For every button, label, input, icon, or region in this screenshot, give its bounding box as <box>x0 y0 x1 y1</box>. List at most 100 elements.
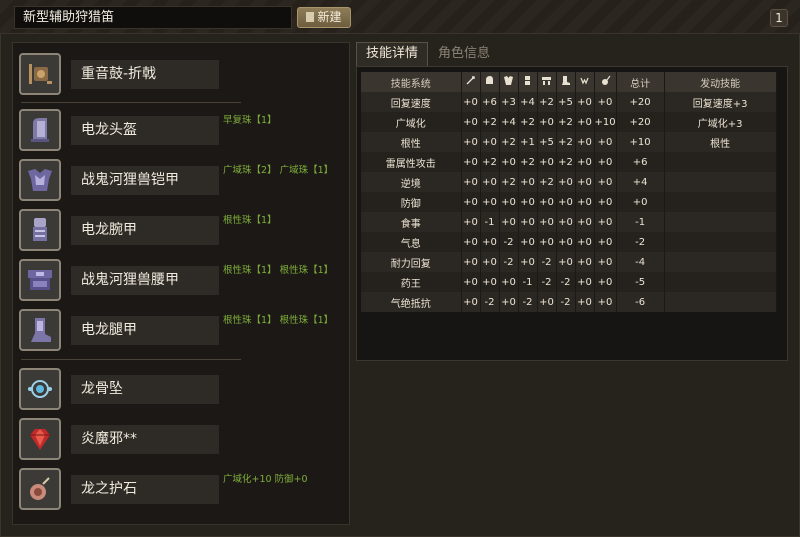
skill-value-cell: +0 <box>556 192 576 212</box>
skill-name-cell: 气息 <box>361 232 462 252</box>
skill-total-cell: +6 <box>616 152 665 172</box>
activated-skill-cell <box>664 152 777 172</box>
skill-total-cell: -5 <box>616 272 665 292</box>
equip-slot-talisman[interactable]: 龙之护石 广域化+10 防御+0 <box>19 468 349 512</box>
skill-value-cell: +0 <box>480 252 500 272</box>
skill-value-cell: +0 <box>594 132 617 152</box>
skill-value-cell: +0 <box>461 172 481 192</box>
skill-value-cell: -2 <box>518 292 538 312</box>
table-row: 根性 +0 +0 +2 +1 +5 +2 +0 +0 +10 根性 <box>361 132 777 152</box>
equip-slot-head[interactable]: 电龙头盔 早复珠【1】 <box>19 109 349 153</box>
equip-name: 重音鼓-折戟 <box>71 60 219 89</box>
divider <box>21 359 241 360</box>
skill-name-cell: 耐力回复 <box>361 252 462 272</box>
skill-value-cell: +2 <box>499 172 519 192</box>
table-row: 广域化 +0 +2 +4 +2 +0 +2 +0 +10 +20 广域化+3 <box>361 112 777 132</box>
activated-skill-cell <box>664 292 777 312</box>
equip-slot-weapon[interactable]: 重音鼓-折戟 <box>19 53 349 97</box>
skill-value-cell: +4 <box>499 112 519 132</box>
skill-total-cell: +20 <box>616 92 665 112</box>
skill-value-cell: +0 <box>461 132 481 152</box>
skill-value-cell: +0 <box>594 192 617 212</box>
skill-value-cell: +0 <box>480 232 500 252</box>
equip-name: 电龙腿甲 <box>71 316 219 345</box>
skill-value-cell: +0 <box>537 292 557 312</box>
skill-value-cell: +0 <box>518 172 538 192</box>
skill-value-cell: +0 <box>461 272 481 292</box>
table-row: 气绝抵抗 +0 -2 +0 -2 +0 -2 +0 +0 -6 <box>361 292 777 312</box>
skill-value-cell: +0 <box>499 192 519 212</box>
skill-value-cell: +0 <box>575 172 595 192</box>
pendant-icon <box>19 368 61 410</box>
skill-value-cell: +0 <box>575 292 595 312</box>
skill-value-cell: +0 <box>594 212 617 232</box>
skill-value-cell: +0 <box>537 212 557 232</box>
document-icon <box>306 12 315 22</box>
divider <box>21 102 241 103</box>
tab-character-info[interactable]: 角色信息 <box>438 42 498 66</box>
skill-value-cell: +0 <box>461 192 481 212</box>
equip-name: 龙之护石 <box>71 475 219 504</box>
tab-skill-details[interactable]: 技能详情 <box>356 42 428 66</box>
skill-value-cell: +0 <box>594 92 617 112</box>
equip-decorations: 根性珠【1】 根性珠【1】 <box>223 265 334 276</box>
table-row: 回复速度 +0 +6 +3 +4 +2 +5 +0 +0 +20 回复速度+3 <box>361 92 777 112</box>
skill-value-cell: +0 <box>461 112 481 132</box>
skill-value-cell: +0 <box>518 252 538 272</box>
activated-skill-cell: 广域化+3 <box>664 112 777 132</box>
equip-decorations: 广域化+10 防御+0 <box>223 474 308 485</box>
skill-value-cell: +0 <box>461 292 481 312</box>
waist-icon <box>537 72 557 92</box>
hunting-horn-icon <box>19 53 61 95</box>
skill-value-cell: +0 <box>480 172 500 192</box>
skill-value-cell: +5 <box>556 92 576 112</box>
equip-name: 战鬼河狸兽铠甲 <box>71 166 219 195</box>
skill-value-cell: +0 <box>556 172 576 192</box>
charm-icon <box>594 72 617 92</box>
skill-total-cell: -2 <box>616 232 665 252</box>
chest-armor-icon <box>19 159 61 201</box>
skill-value-cell: +0 <box>575 152 595 172</box>
skill-value-cell: +0 <box>518 232 538 252</box>
skill-value-cell: +2 <box>556 112 576 132</box>
activated-skill-cell <box>664 252 777 272</box>
top-bar: 新型辅助狩猎笛 新建 1 <box>0 0 800 34</box>
table-row: 气息 +0 +0 -2 +0 +0 +0 +0 +0 -2 <box>361 232 777 252</box>
skill-value-cell: +0 <box>518 212 538 232</box>
set-name-input[interactable]: 新型辅助狩猎笛 <box>14 6 292 29</box>
header-activated: 发动技能 <box>664 72 777 92</box>
table-row: 食事 +0 -1 +0 +0 +0 +0 +0 +0 -1 <box>361 212 777 232</box>
skill-total-cell: +20 <box>616 112 665 132</box>
skill-value-cell: +0 <box>575 232 595 252</box>
skill-name-cell: 防御 <box>361 192 462 212</box>
activated-skill-cell: 回复速度+3 <box>664 92 777 112</box>
skill-total-cell: -4 <box>616 252 665 272</box>
skill-value-cell: +0 <box>575 252 595 272</box>
skill-name-cell: 回复速度 <box>361 92 462 112</box>
skill-value-cell: +0 <box>499 152 519 172</box>
equip-slot-pendant[interactable]: 龙骨坠 <box>19 368 349 412</box>
skill-total-cell: -6 <box>616 292 665 312</box>
skill-name-cell: 食事 <box>361 212 462 232</box>
skill-value-cell: +0 <box>556 212 576 232</box>
skill-value-cell: -2 <box>537 272 557 292</box>
activated-skill-cell <box>664 272 777 292</box>
equip-slot-chest[interactable]: 战鬼河狸兽铠甲 广域珠【2】 广域珠【1】 <box>19 159 349 203</box>
equip-decorations: 根性珠【1】 <box>223 215 277 226</box>
new-button[interactable]: 新建 <box>297 7 351 28</box>
skill-total-cell: +0 <box>616 192 665 212</box>
skill-value-cell: -1 <box>480 212 500 232</box>
skill-total-cell: -1 <box>616 212 665 232</box>
skill-value-cell: +0 <box>480 272 500 292</box>
skill-value-cell: +0 <box>575 132 595 152</box>
skill-value-cell: +0 <box>518 192 538 212</box>
equip-slot-gem[interactable]: 炎魔邪** <box>19 418 349 462</box>
gauntlet-icon <box>19 209 61 251</box>
equip-slot-waist[interactable]: 战鬼河狸兽腰甲 根性珠【1】 根性珠【1】 <box>19 259 349 303</box>
equip-slot-arms[interactable]: 电龙腕甲 根性珠【1】 <box>19 209 349 253</box>
skill-value-cell: +2 <box>518 112 538 132</box>
equip-slot-legs[interactable]: 电龙腿甲 根性珠【1】 根性珠【1】 <box>19 309 349 353</box>
skill-value-cell: +0 <box>480 132 500 152</box>
page-number-badge[interactable]: 1 <box>770 9 788 27</box>
equip-name: 电龙头盔 <box>71 116 219 145</box>
